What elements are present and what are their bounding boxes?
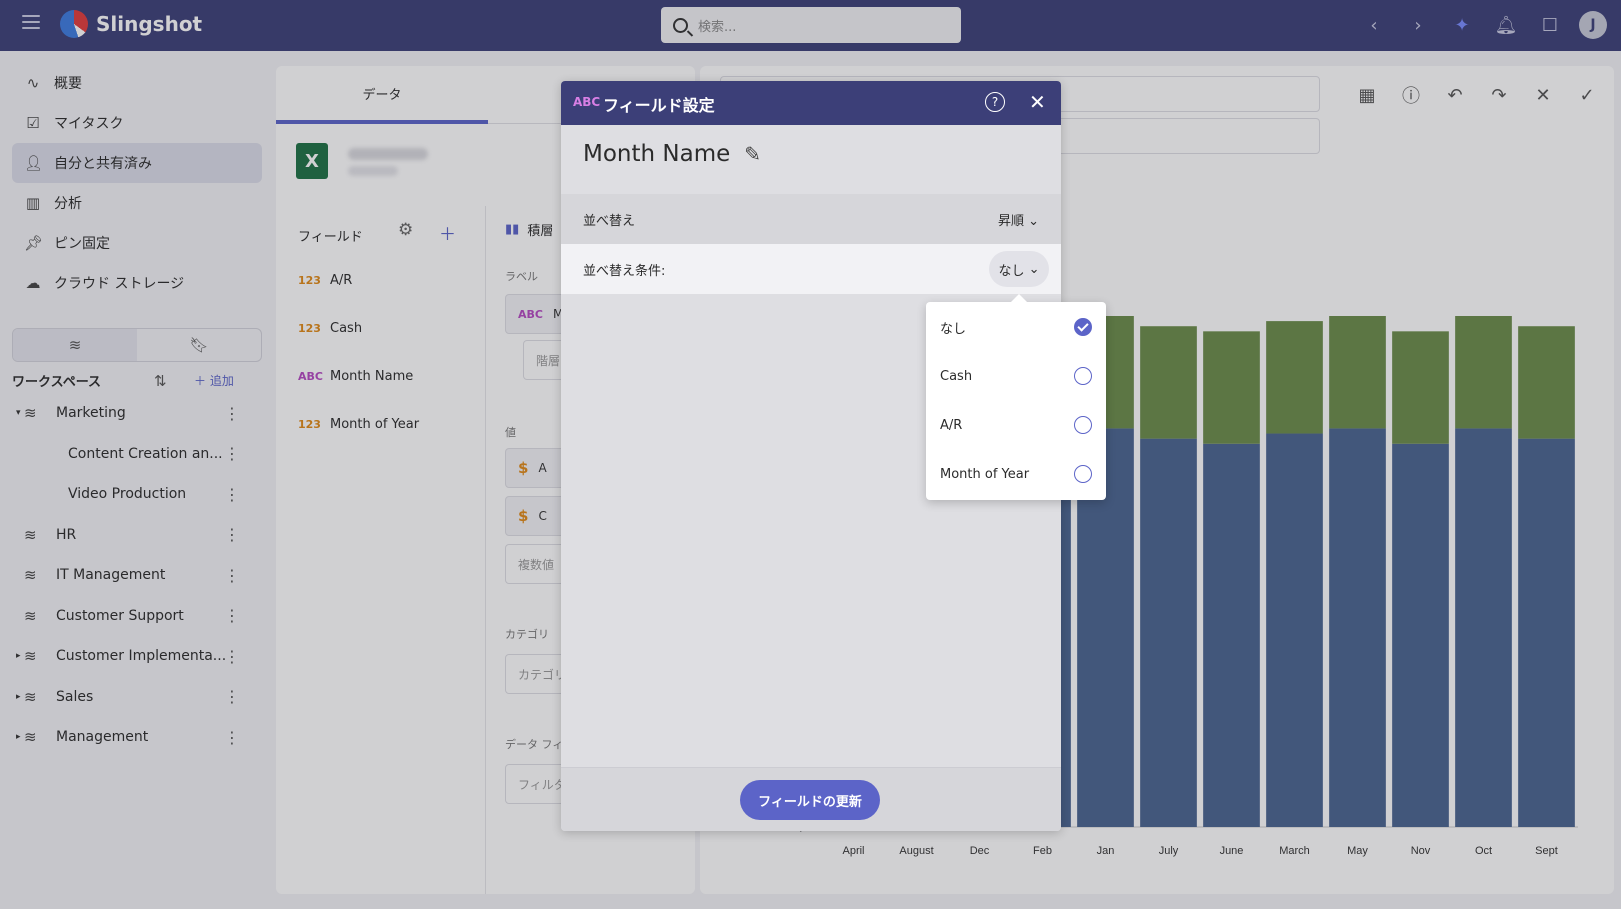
option-label: Cash [940, 368, 973, 384]
edit-pencil-icon[interactable]: ✎ [744, 142, 761, 166]
sort-dropdown[interactable]: 昇順 ⌄ [998, 210, 1039, 229]
dialog-header: ABC フィールド設定 ? ✕ [561, 81, 1061, 125]
radio-checked-icon[interactable] [1074, 318, 1092, 336]
sort-by-dropdown[interactable]: なし ⌄ [989, 251, 1049, 287]
sort-row[interactable]: 並べ替え 昇順 ⌄ [561, 194, 1061, 244]
help-icon[interactable]: ? [985, 92, 1005, 112]
sort-by-row: 並べ替え条件: なし ⌄ [561, 244, 1061, 294]
sort-by-option[interactable]: Cash [926, 351, 1106, 401]
dialog-title: フィールド設定 [603, 96, 715, 115]
field-name-text: Month Name [583, 141, 731, 167]
option-label: A/R [940, 417, 963, 433]
chevron-down-icon: ⌄ [1028, 261, 1040, 277]
sort-label: 並べ替え [583, 213, 636, 229]
option-label: なし [940, 321, 967, 337]
sort-by-option[interactable]: なし [926, 302, 1106, 352]
option-label: Month of Year [940, 466, 1030, 482]
dialog-footer: フィールドの更新 [561, 767, 1061, 831]
radio-icon[interactable] [1074, 367, 1092, 385]
radio-icon[interactable] [1074, 465, 1092, 483]
sort-by-label: 並べ替え条件: [583, 263, 666, 279]
chevron-down-icon: ⌄ [1028, 213, 1039, 229]
abc-type-icon: ABC [573, 95, 601, 109]
sort-by-value: なし [998, 263, 1025, 279]
update-field-button[interactable]: フィールドの更新 [740, 780, 880, 820]
sort-by-option[interactable]: Month of Year [926, 449, 1106, 499]
field-name: Month Name ✎ [583, 141, 761, 167]
close-icon[interactable]: ✕ [1029, 90, 1046, 114]
sort-value: 昇順 [997, 213, 1024, 229]
radio-icon[interactable] [1074, 416, 1092, 434]
sort-by-menu: なし Cash A/R Month of Year [926, 294, 1106, 500]
sort-by-option[interactable]: A/R [926, 400, 1106, 450]
